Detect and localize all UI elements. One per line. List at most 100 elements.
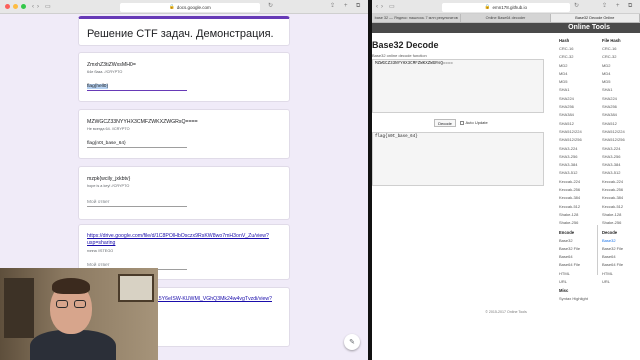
tab-base64-decoder[interactable]: Online Base64 decoder xyxy=(461,14,551,22)
menu-item-crc-16[interactable]: CRC-16 xyxy=(559,46,588,54)
google-forms-window: ‹ › ▭ 🔒 docs.google.com ↻ ⇪ + ⧉ Решение … xyxy=(0,0,368,360)
menu-item-sha3-384[interactable]: SHA3-384 xyxy=(559,162,588,170)
menu-item-sha3-224[interactable]: SHA3-224 xyxy=(559,146,588,154)
share-icon[interactable]: ⇪ xyxy=(602,3,607,9)
menu-item-sha256[interactable]: SHA256 xyxy=(559,104,588,112)
menu-item-keccak-384[interactable]: Keccak-384 xyxy=(602,195,625,203)
tab-yandex[interactable]: base 32 — Яндекс: нашлось 7 млн результа… xyxy=(372,14,462,22)
minimize-window-button[interactable] xyxy=(13,4,18,9)
menu-item-sha512-256[interactable]: SHA512/256 xyxy=(602,137,625,145)
menu-item-base64[interactable]: Base64 xyxy=(602,254,625,262)
menu-item-keccak-384[interactable]: Keccak-384 xyxy=(559,195,588,203)
menu-item-md4[interactable]: MD4 xyxy=(559,71,588,79)
menu-item-md5[interactable]: MD5 xyxy=(602,79,625,87)
menu-item-sha3-512[interactable]: SHA3-512 xyxy=(602,170,625,178)
input-textarea[interactable]: MZWGCZ33NYYHX3CMFZWKXZWGRsQ==== xyxy=(372,59,544,113)
menu-item-sha512-224[interactable]: SHA512/224 xyxy=(559,129,588,137)
menu-item-syntax-highlight[interactable]: Syntax Highlight xyxy=(559,296,588,304)
menu-item-md2[interactable]: MD2 xyxy=(559,63,588,71)
menu-item-shake-256[interactable]: Shake-256 xyxy=(602,220,625,228)
output-textarea[interactable]: flag{n0t_base_64} xyxy=(372,132,544,186)
reload-icon[interactable]: ↻ xyxy=(574,3,579,9)
menu-item-sha384[interactable]: SHA384 xyxy=(602,112,625,120)
menu-item-sha3-256[interactable]: SHA3-256 xyxy=(602,154,625,162)
menu-item-keccak-256[interactable]: Keccak-256 xyxy=(559,187,588,195)
menu-item-sha3-512[interactable]: SHA3-512 xyxy=(559,170,588,178)
reload-icon[interactable]: ↻ xyxy=(268,3,273,9)
menu-item-sha3-256[interactable]: SHA3-256 xyxy=(559,154,588,162)
tab-base32-decode[interactable]: Base32 Decode Online xyxy=(550,14,640,22)
menu-item-sha256[interactable]: SHA256 xyxy=(602,104,625,112)
menu-item-sha512-256[interactable]: SHA512/256 xyxy=(559,137,588,145)
menu-item-crc-32[interactable]: CRC-32 xyxy=(559,54,588,62)
menu-item-base32[interactable]: Base32 xyxy=(602,238,625,246)
menu-item-base64-file[interactable]: Base64 File xyxy=(602,262,625,270)
site-brand[interactable]: Online Tools xyxy=(568,24,610,31)
question-card-1: ZmxhZ3tiZWxsMH0= 64е база. //CRYPTO flag… xyxy=(78,52,290,102)
menu-item-keccak-512[interactable]: Keccak-512 xyxy=(602,204,625,212)
menu-item-sha512[interactable]: SHA512 xyxy=(559,121,588,129)
address-bar[interactable]: 🔒 docs.google.com xyxy=(120,2,260,12)
menu-item-sha224[interactable]: SHA224 xyxy=(559,96,588,104)
menu-item-html[interactable]: HTML xyxy=(559,271,588,279)
menu-item-sha3-224[interactable]: SHA3-224 xyxy=(602,146,625,154)
menu-item-shake-128[interactable]: Shake-128 xyxy=(559,212,588,220)
question-card-3: mzpk{wcily_jxkbtv} hope is a key! //CRYP… xyxy=(78,166,290,220)
menu-item-base32-file[interactable]: Base32 File xyxy=(559,246,588,254)
menu-item-crc-16[interactable]: CRC-16 xyxy=(602,46,625,54)
menu-item-shake-128[interactable]: Shake-128 xyxy=(602,212,625,220)
new-tab-icon[interactable]: + xyxy=(344,3,348,9)
forward-icon[interactable]: › xyxy=(381,4,383,10)
menu-item-sha1[interactable]: SHA1 xyxy=(602,87,625,95)
menu-item-sha512-224[interactable]: SHA512/224 xyxy=(602,129,625,137)
menu-item-base32[interactable]: Base32 xyxy=(559,238,588,246)
address-text: emn178.github.io xyxy=(492,4,528,10)
menu-item-md2[interactable]: MD2 xyxy=(602,63,625,71)
menu-item-sha224[interactable]: SHA224 xyxy=(602,96,625,104)
menu-item-base32-file[interactable]: Base32 File xyxy=(602,246,625,254)
answer-input-2[interactable]: flag{n0t_base_64} xyxy=(87,141,187,148)
site-footer: © 2015-2017 Online Tools xyxy=(485,310,527,314)
sidebar-icon[interactable]: ▭ xyxy=(389,4,395,10)
question-hint: Не всегда 64. //CRYPTO xyxy=(87,127,130,131)
drive-link[interactable]: https://drive.google.com/file/d/1C8POlHb… xyxy=(87,233,281,247)
menu-item-md5[interactable]: MD5 xyxy=(559,79,588,87)
menu-item-url[interactable]: URL xyxy=(602,279,625,287)
menu-item-url[interactable]: URL xyxy=(559,279,588,287)
menu-item-base64[interactable]: Base64 xyxy=(559,254,588,262)
back-icon[interactable]: ‹ xyxy=(376,4,378,10)
menu-item-keccak-224[interactable]: Keccak-224 xyxy=(559,179,588,187)
share-icon[interactable]: ⇪ xyxy=(330,3,335,9)
tab-bar: base 32 — Яндекс: нашлось 7 млн результа… xyxy=(372,14,640,23)
address-bar[interactable]: 🔒 emn178.github.io xyxy=(442,2,570,12)
checkbox-icon xyxy=(460,120,464,125)
menu-item-html[interactable]: HTML xyxy=(602,271,625,279)
zoom-window-button[interactable] xyxy=(21,4,26,9)
answer-input-1[interactable]: flag{hell0} xyxy=(87,84,187,91)
tabs-overview-icon[interactable]: ⧉ xyxy=(628,3,632,9)
menu-item-crc-32[interactable]: CRC-32 xyxy=(602,54,625,62)
menu-item-shake-256[interactable]: Shake-256 xyxy=(559,220,588,228)
menu-item-sha384[interactable]: SHA384 xyxy=(559,112,588,120)
menu-item-keccak-256[interactable]: Keccak-256 xyxy=(602,187,625,195)
menu-item-md4[interactable]: MD4 xyxy=(602,71,625,79)
site-header: Online Tools xyxy=(372,23,640,33)
menu-item-sha3-384[interactable]: SHA3-384 xyxy=(602,162,625,170)
menu-file-hash: File Hash CRC-16 CRC-32 MD2 MD4 MD5 SHA1 SHA22… xyxy=(602,38,625,287)
answer-input-3[interactable]: Мой ответ xyxy=(87,200,187,207)
menu-item-sha1[interactable]: SHA1 xyxy=(559,87,588,95)
page-title: Base32 Decode xyxy=(372,40,439,50)
forward-icon[interactable]: › xyxy=(37,4,39,10)
decode-button[interactable]: Decode xyxy=(434,119,456,127)
close-window-button[interactable] xyxy=(5,4,10,9)
menu-item-keccak-224[interactable]: Keccak-224 xyxy=(602,179,625,187)
edit-fab-button[interactable]: ✎ xyxy=(344,334,360,350)
new-tab-icon[interactable]: + xyxy=(616,3,620,9)
sidebar-icon[interactable]: ▭ xyxy=(45,4,51,10)
back-icon[interactable]: ‹ xyxy=(32,4,34,10)
tabs-overview-icon[interactable]: ⧉ xyxy=(356,3,360,9)
auto-update-checkbox[interactable]: Auto Update xyxy=(460,120,488,125)
menu-item-keccak-512[interactable]: Keccak-512 xyxy=(559,204,588,212)
menu-item-sha512[interactable]: SHA512 xyxy=(602,121,625,129)
menu-item-base64-file[interactable]: Base64 File xyxy=(559,262,588,270)
